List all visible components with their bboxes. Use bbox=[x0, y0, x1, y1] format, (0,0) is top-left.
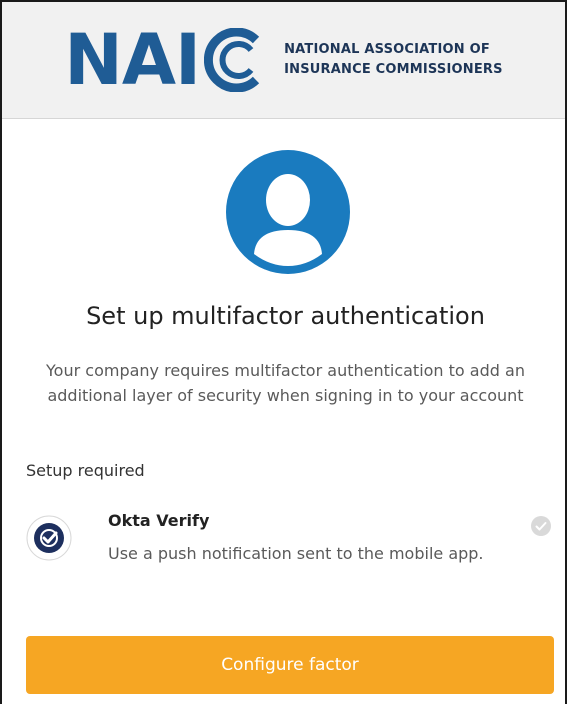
factor-name: Okta Verify bbox=[108, 511, 210, 530]
logo-text: NATIONAL ASSOCIATION OF INSURANCE COMMIS… bbox=[284, 40, 503, 80]
factor-description: Use a push notification sent to the mobi… bbox=[108, 544, 484, 563]
app-frame: NAI NATIONAL ASSOCIATION OF INSURANCE CO… bbox=[0, 0, 567, 704]
user-avatar-icon bbox=[226, 150, 350, 274]
logo-wordmark: NAI bbox=[64, 19, 201, 101]
logo-text-line2: INSURANCE COMMISSIONERS bbox=[284, 62, 503, 77]
header: NAI NATIONAL ASSOCIATION OF INSURANCE CO… bbox=[2, 2, 565, 119]
page-title: Set up multifactor authentication bbox=[86, 302, 485, 330]
okta-verify-icon bbox=[26, 515, 72, 561]
check-circle-icon bbox=[531, 516, 551, 536]
page-description: Your company requires multifactor authen… bbox=[46, 361, 525, 405]
naic-logo: NAI NATIONAL ASSOCIATION OF INSURANCE CO… bbox=[64, 25, 502, 95]
factor-okta-verify: Okta Verify Use a push notification sent… bbox=[26, 507, 554, 577]
setup-required-label: Setup required bbox=[26, 461, 145, 480]
configure-factor-button[interactable]: Configure factor bbox=[26, 636, 554, 694]
logo-text-line1: NATIONAL ASSOCIATION OF bbox=[284, 42, 490, 57]
logo-c-mark-icon bbox=[204, 28, 260, 92]
